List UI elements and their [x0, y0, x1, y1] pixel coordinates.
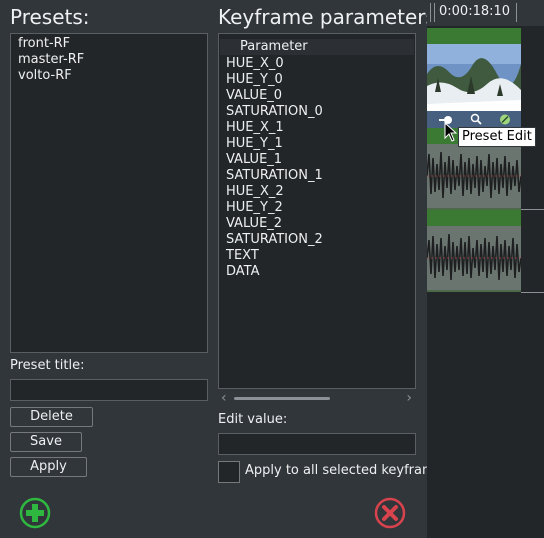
apply-all-label: Apply to all selected keyframes	[245, 463, 427, 478]
parameter-item[interactable]: HUE_X_2	[226, 184, 323, 200]
parameter-item[interactable]: SATURATION_1	[226, 168, 323, 184]
preset-title-label: Preset title:	[10, 358, 85, 373]
parameter-list[interactable]: Parameter HUE_X_0 HUE_Y_0 VALUE_0 SATURA…	[218, 33, 416, 389]
scrollbar-thumb[interactable]	[234, 397, 330, 400]
timecode-label: 0:00:18:10	[439, 4, 511, 19]
apply-all-checkbox[interactable]	[218, 461, 240, 483]
video-clip[interactable]	[427, 28, 521, 128]
edit-value-label: Edit value:	[218, 412, 288, 427]
audio-waveform	[427, 226, 521, 290]
preset-item-front-rf[interactable]: front-RF	[18, 36, 207, 52]
clip-thumbnail	[427, 44, 521, 112]
preset-edit-tooltip: Preset Edit	[458, 127, 536, 147]
clip-title-bar	[427, 28, 521, 44]
parameter-item[interactable]: HUE_X_0	[226, 56, 323, 72]
parameter-item[interactable]: HUE_X_1	[226, 120, 323, 136]
audio-clip[interactable]	[427, 210, 521, 292]
parameter-horizontal-scrollbar[interactable]: ‹ ›	[218, 389, 416, 407]
ruler-tick	[434, 3, 435, 22]
audio-waveform	[427, 144, 521, 208]
preset-item-master-rf[interactable]: master-RF	[18, 52, 207, 68]
parameter-item[interactable]: VALUE_0	[226, 88, 323, 104]
keyframe-parameters-heading: Keyframe parameters	[218, 5, 427, 29]
timeline-ruler[interactable]: 0:00:18:10	[427, 0, 544, 26]
ruler-tick	[430, 3, 431, 22]
parameter-item[interactable]: SATURATION_0	[226, 104, 323, 120]
parameter-item[interactable]: HUE_Y_1	[226, 136, 323, 152]
parameter-column-header[interactable]: Parameter	[220, 39, 414, 55]
clip-toolbar	[427, 111, 521, 128]
audio-clip-bar	[427, 210, 521, 226]
parameter-item[interactable]: DATA	[226, 264, 323, 280]
x-circle-icon[interactable]	[374, 497, 406, 529]
presets-list[interactable]: front-RF master-RF volto-RF	[10, 33, 208, 353]
parameter-item[interactable]: VALUE_1	[226, 152, 323, 168]
preset-item-volto-rf[interactable]: volto-RF	[18, 68, 207, 84]
delete-button[interactable]: Delete	[10, 407, 93, 427]
scroll-left-icon[interactable]: ‹	[221, 389, 227, 407]
scroll-right-icon[interactable]: ›	[406, 389, 412, 407]
parameter-item[interactable]: VALUE_2	[226, 216, 323, 232]
timeline-area[interactable]: 0:00:18:10	[427, 0, 544, 538]
track-separator	[521, 209, 544, 210]
mouse-cursor-icon	[444, 121, 458, 142]
parameter-item[interactable]: TEXT	[226, 248, 323, 264]
preset-keyframe-panel: Presets: Keyframe parameters front-RF ma…	[0, 0, 427, 538]
preset-title-input[interactable]	[10, 379, 208, 401]
save-button[interactable]: Save	[10, 432, 82, 452]
apply-button[interactable]: Apply	[10, 457, 87, 477]
track-separator	[521, 292, 544, 293]
parameter-item[interactable]: HUE_Y_2	[226, 200, 323, 216]
presets-heading: Presets:	[10, 5, 90, 29]
ruler-tick	[516, 3, 517, 22]
parameter-item[interactable]: HUE_Y_0	[226, 72, 323, 88]
edit-value-input[interactable]	[218, 433, 416, 455]
parameter-item[interactable]: SATURATION_2	[226, 232, 323, 248]
plus-circle-icon[interactable]	[19, 497, 51, 529]
